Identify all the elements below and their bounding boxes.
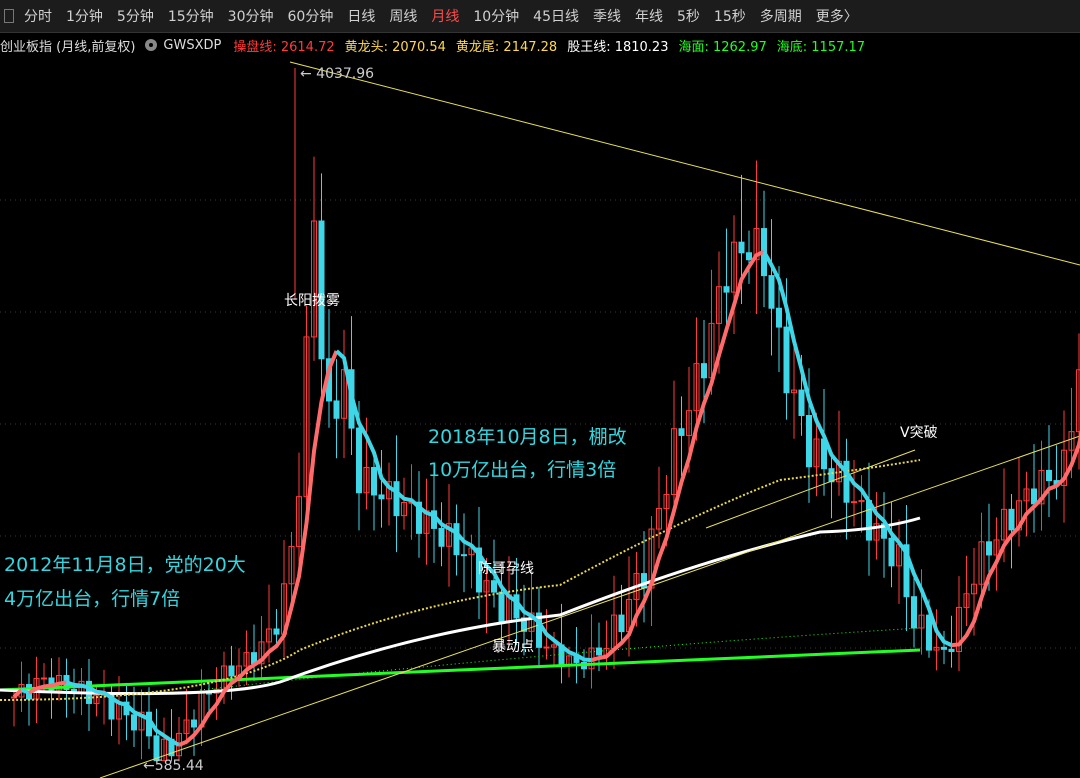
indicator-info-bar: 创业板指 (月线,前复权) GWSXDP 操盘线: 2614.72 黄龙头: 20…	[0, 33, 1080, 57]
candle-body	[738, 241, 745, 254]
candle-body	[393, 481, 400, 517]
tab-9[interactable]: 10分钟	[473, 6, 519, 26]
tab-4[interactable]: 30分钟	[228, 6, 274, 26]
candle-body	[228, 665, 235, 677]
high-price-label: ← 4037.96	[300, 66, 374, 82]
candle-body	[986, 541, 992, 556]
tab-15[interactable]: 多周期	[760, 6, 802, 26]
dragon-head-line	[0, 459, 921, 701]
candle-body	[888, 537, 895, 567]
candle-body	[461, 554, 467, 557]
annotation-6: 暴动点	[492, 639, 534, 655]
trading-line-segment	[762, 250, 953, 648]
candle-body	[191, 719, 197, 728]
candle-body	[131, 714, 137, 731]
tab-8[interactable]: 月线	[431, 6, 459, 26]
candle-body	[948, 648, 955, 652]
candle-body	[783, 326, 790, 394]
trading-line-segment	[335, 349, 592, 663]
indicator-item-5: 海底: 1157.17	[776, 39, 866, 55]
candle-body	[1046, 469, 1052, 482]
upper-trendline	[289, 61, 1080, 266]
candle-body	[768, 275, 775, 309]
sea-line	[0, 648, 921, 692]
indicator-name[interactable]: GWSXDP	[163, 38, 221, 53]
tab-13[interactable]: 5秒	[677, 6, 700, 26]
candle-body	[1008, 508, 1015, 531]
trading-line-segment	[20, 687, 30, 695]
annotation-3: 2012年11月8日，党的20大	[4, 554, 246, 576]
toolbar-grip-icon[interactable]	[4, 9, 14, 23]
candle-body	[941, 646, 947, 650]
candle-body	[543, 646, 550, 649]
indicator-item-2: 黄龙尾: 2147.28	[455, 39, 558, 55]
candle-body	[926, 614, 932, 651]
tab-12[interactable]: 年线	[635, 6, 663, 26]
gear-icon[interactable]	[145, 39, 158, 51]
annotation-7: V突破	[900, 425, 938, 441]
tab-0[interactable]: 分时	[24, 6, 52, 26]
candle-body	[438, 527, 445, 547]
indicator-item-4: 海面: 1262.97	[678, 39, 767, 55]
candle-body	[356, 427, 362, 494]
candlestick-chart[interactable]: ← 4037.96 ←585.44	[0, 58, 1080, 778]
candle-body	[618, 614, 625, 633]
indicator-item-0: 操盘线: 2614.72	[233, 39, 335, 55]
tab-7[interactable]: 周线	[389, 6, 417, 26]
candle-body	[911, 596, 917, 629]
trading-line-segment	[951, 429, 1080, 648]
candle-body	[678, 428, 685, 436]
tab-16[interactable]: 更多〉	[816, 6, 858, 26]
tab-5[interactable]: 60分钟	[288, 6, 334, 26]
candle-body	[798, 389, 805, 416]
tab-3[interactable]: 15分钟	[168, 6, 214, 26]
candle-body	[828, 468, 835, 483]
candle-body	[378, 494, 385, 500]
indicator-item-1: 黄龙头: 2070.54	[344, 39, 446, 55]
tab-2[interactable]: 5分钟	[117, 6, 154, 26]
candle-body	[723, 286, 730, 293]
candle-body	[776, 307, 782, 328]
annotation-2: 10万亿出台，行情3倍	[428, 459, 617, 481]
tab-14[interactable]: 15秒	[714, 6, 746, 26]
tab-6[interactable]: 日线	[347, 6, 375, 26]
candle-body	[498, 591, 505, 623]
period-tabs: 分时 1分钟 5分钟 15分钟 30分钟 60分钟 日线 周线 月线 10分钟 45日线 季线 年线 5秒…	[24, 6, 872, 26]
period-toolbar: 分时 1分钟 5分钟 15分钟 30分钟 60分钟 日线 周线 月线 10分钟 45日线 季线 年线 5秒…	[0, 0, 1080, 33]
candle-body	[806, 414, 812, 468]
indicator-item-3: 股王线: 1810.23	[567, 39, 669, 55]
lower-trendline	[99, 435, 1080, 778]
candle-body	[701, 363, 707, 379]
candle-body	[453, 523, 460, 556]
index-title: 创业板指 (月线,前复权)	[0, 39, 136, 55]
candle-body	[273, 628, 280, 635]
trading-line-segment	[590, 249, 765, 663]
candle-body	[851, 501, 857, 504]
candle-body	[333, 400, 340, 419]
tab-10[interactable]: 45日线	[533, 6, 579, 26]
candle-body	[153, 735, 160, 762]
annotation-4: 4万亿出台，行情7倍	[4, 588, 181, 610]
annotation-0: 长阳拨雾	[284, 293, 340, 309]
candle-body	[41, 677, 47, 680]
indicator-values: 操盘线: 2614.72 黄龙头: 2070.54 黄龙尾: 2147.28 股王线:…	[233, 36, 875, 55]
candle-body	[371, 466, 377, 496]
annotation-5: 陈哥孕线	[478, 561, 534, 577]
candle-body	[491, 580, 497, 593]
tab-11[interactable]: 季线	[593, 6, 621, 26]
low-price-label: ←585.44	[143, 758, 204, 774]
candle-body	[746, 252, 752, 261]
annotation-1: 2018年10月8日，棚改	[428, 426, 627, 448]
candle-body	[1031, 488, 1037, 505]
tab-1[interactable]: 1分钟	[66, 6, 103, 26]
